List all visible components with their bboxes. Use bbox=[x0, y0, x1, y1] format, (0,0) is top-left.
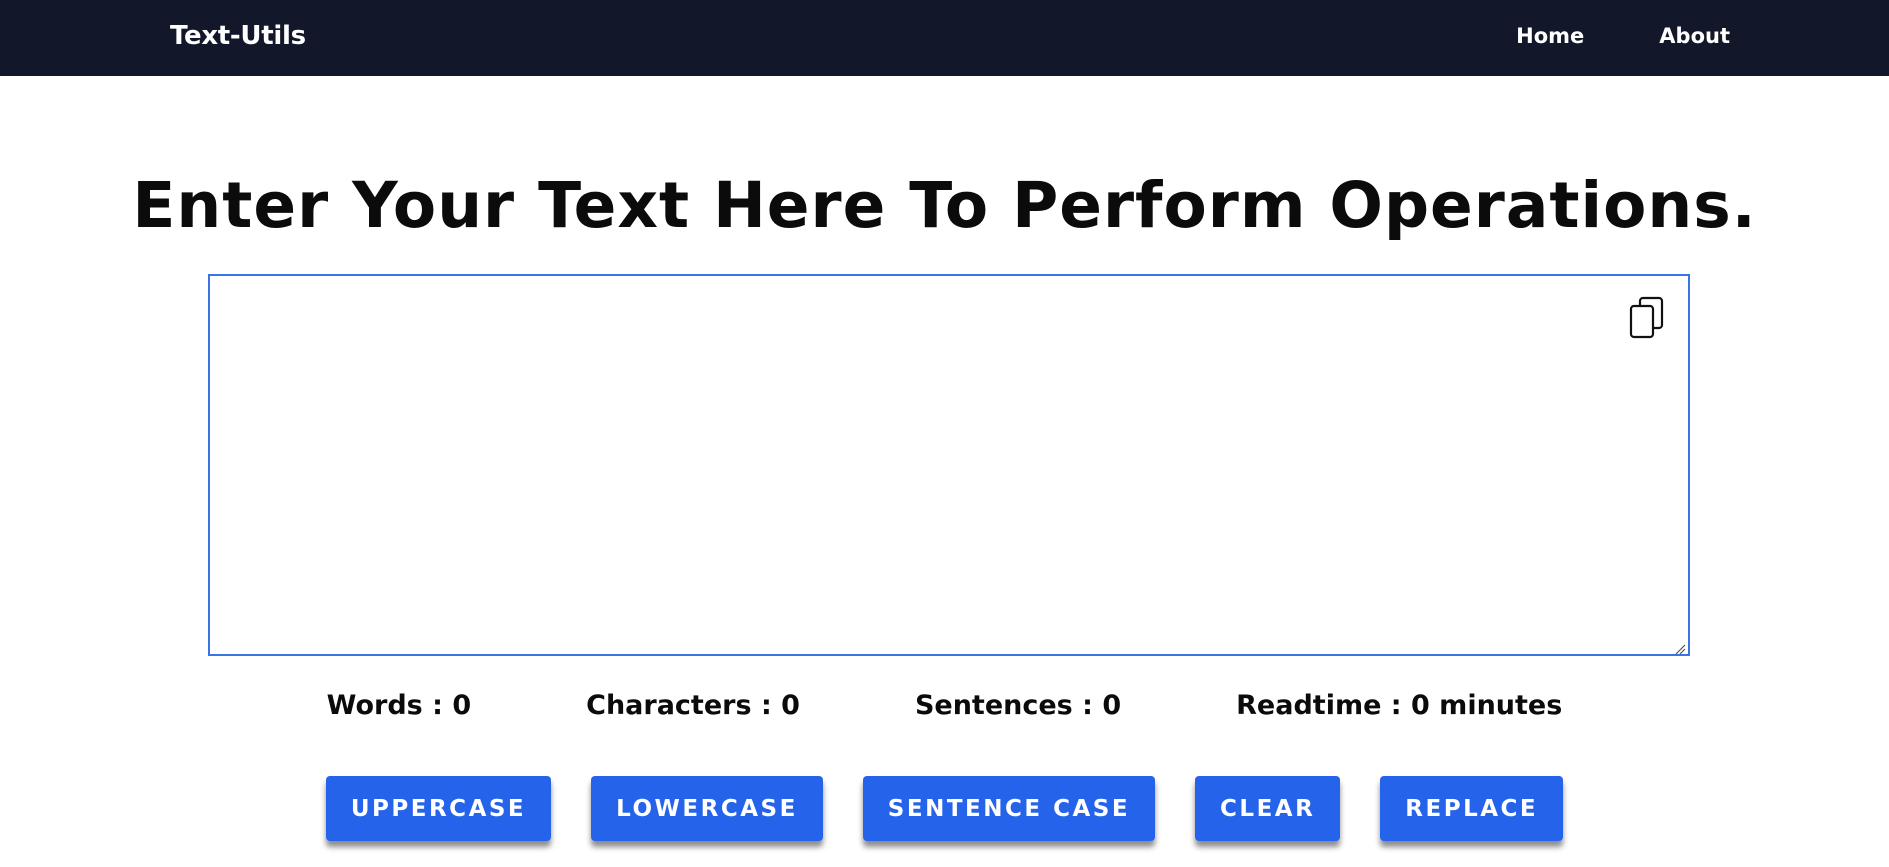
uppercase-button[interactable]: UPPERCASE bbox=[325, 776, 552, 841]
copy-icon[interactable] bbox=[1628, 296, 1666, 340]
lowercase-button[interactable]: LOWERCASE bbox=[591, 776, 823, 841]
text-stats: Words : 0 Characters : 0 Sentences : 0 R… bbox=[0, 690, 1889, 721]
sentence-count: Sentences : 0 bbox=[914, 690, 1122, 721]
navbar: Text-Utils Home About bbox=[0, 0, 1889, 76]
resize-handle[interactable] bbox=[1674, 640, 1686, 655]
action-buttons: UPPERCASE LOWERCASE SENTENCE CASE CLEAR … bbox=[0, 776, 1889, 841]
readtime: Readtime : 0 minutes bbox=[1236, 690, 1563, 721]
replace-button[interactable]: REPLACE bbox=[1380, 776, 1564, 841]
text-editor bbox=[208, 274, 1690, 656]
clear-button[interactable]: CLEAR bbox=[1195, 776, 1341, 841]
nav-links: Home About bbox=[1516, 24, 1730, 48]
nav-link-about[interactable]: About bbox=[1659, 24, 1730, 48]
brand-logo[interactable]: Text-Utils bbox=[170, 21, 306, 51]
text-input[interactable] bbox=[210, 276, 1688, 654]
character-count: Characters : 0 bbox=[586, 690, 800, 721]
page-title: Enter Your Text Here To Perform Operatio… bbox=[132, 169, 1757, 242]
sentence-case-button[interactable]: SENTENCE CASE bbox=[862, 776, 1156, 841]
nav-link-home[interactable]: Home bbox=[1516, 24, 1584, 48]
word-count: Words : 0 bbox=[326, 690, 472, 721]
